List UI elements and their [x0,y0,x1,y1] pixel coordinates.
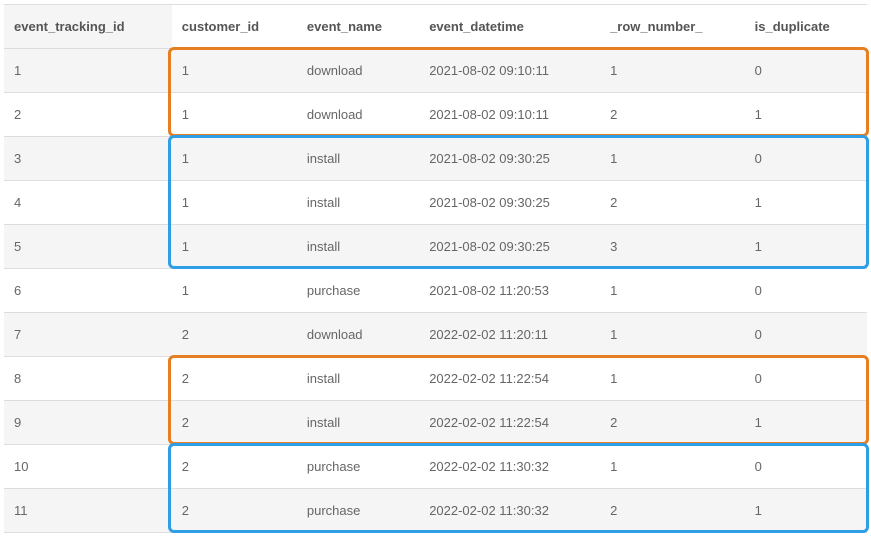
col-header: _row_number_ [600,5,745,49]
cell: 0 [745,357,867,401]
cell: 1 [600,137,745,181]
cell: 2021-08-02 09:30:25 [419,181,600,225]
cell: 7 [4,313,172,357]
col-header: event_name [297,5,419,49]
cell: 1 [745,401,867,445]
table-row: 21download2021-08-02 09:10:1121 [4,93,867,137]
cell: purchase [297,445,419,489]
cell: download [297,313,419,357]
cell: 2021-08-02 09:30:25 [419,137,600,181]
cell: 2021-08-02 11:20:53 [419,269,600,313]
cell: 1 [745,489,867,533]
cell: install [297,357,419,401]
cell: 0 [745,445,867,489]
cell: 0 [745,269,867,313]
cell: 4 [4,181,172,225]
cell: install [297,225,419,269]
cell: 1 [172,181,297,225]
cell: 0 [745,49,867,93]
cell: download [297,49,419,93]
table-row: 112purchase2022-02-02 11:30:3221 [4,489,867,533]
table-row: 82install2022-02-02 11:22:5410 [4,357,867,401]
cell: 2 [600,401,745,445]
cell: 2022-02-02 11:30:32 [419,445,600,489]
cell: 1 [172,225,297,269]
cell: 2021-08-02 09:30:25 [419,225,600,269]
col-header: customer_id [172,5,297,49]
table-header: event_tracking_id customer_id event_name… [4,5,867,49]
cell: 2 [172,357,297,401]
cell: 5 [4,225,172,269]
table-row: 61purchase2021-08-02 11:20:5310 [4,269,867,313]
cell: 0 [745,137,867,181]
cell: purchase [297,269,419,313]
cell: 2 [600,93,745,137]
table-row: 31install2021-08-02 09:30:2510 [4,137,867,181]
cell: 2022-02-02 11:20:11 [419,313,600,357]
cell: 1 [745,93,867,137]
cell: 3 [4,137,172,181]
cell: 2 [4,93,172,137]
cell: 11 [4,489,172,533]
table-row: 41install2021-08-02 09:30:2521 [4,181,867,225]
cell: 1 [600,313,745,357]
table-row: 92install2022-02-02 11:22:5421 [4,401,867,445]
table-row: 72download2022-02-02 11:20:1110 [4,313,867,357]
table-row: 102purchase2022-02-02 11:30:3210 [4,445,867,489]
cell: 1 [4,49,172,93]
cell: 2 [600,181,745,225]
cell: install [297,181,419,225]
table-body: 11download2021-08-02 09:10:111021downloa… [4,49,867,533]
data-table: event_tracking_id customer_id event_name… [4,4,867,533]
col-header: is_duplicate [745,5,867,49]
cell: 3 [600,225,745,269]
cell: 1 [600,49,745,93]
cell: 1 [600,357,745,401]
cell: 1 [172,49,297,93]
cell: 9 [4,401,172,445]
cell: 0 [745,313,867,357]
cell: 2021-08-02 09:10:11 [419,49,600,93]
table-row: 51install2021-08-02 09:30:2531 [4,225,867,269]
cell: 2 [172,313,297,357]
cell: 1 [172,269,297,313]
cell: purchase [297,489,419,533]
cell: install [297,401,419,445]
cell: 1 [600,269,745,313]
col-header: event_datetime [419,5,600,49]
col-header: event_tracking_id [4,5,172,49]
cell: 2 [172,445,297,489]
cell: 2 [172,401,297,445]
cell: 8 [4,357,172,401]
cell: 2 [600,489,745,533]
cell: 2022-02-02 11:30:32 [419,489,600,533]
cell: 1 [745,225,867,269]
cell: 6 [4,269,172,313]
cell: 2022-02-02 11:22:54 [419,357,600,401]
cell: 2 [172,489,297,533]
cell: 2022-02-02 11:22:54 [419,401,600,445]
cell: 1 [172,93,297,137]
cell: 1 [600,445,745,489]
cell: download [297,93,419,137]
cell: install [297,137,419,181]
table-row: 11download2021-08-02 09:10:1110 [4,49,867,93]
cell: 1 [745,181,867,225]
cell: 2021-08-02 09:10:11 [419,93,600,137]
cell: 10 [4,445,172,489]
cell: 1 [172,137,297,181]
